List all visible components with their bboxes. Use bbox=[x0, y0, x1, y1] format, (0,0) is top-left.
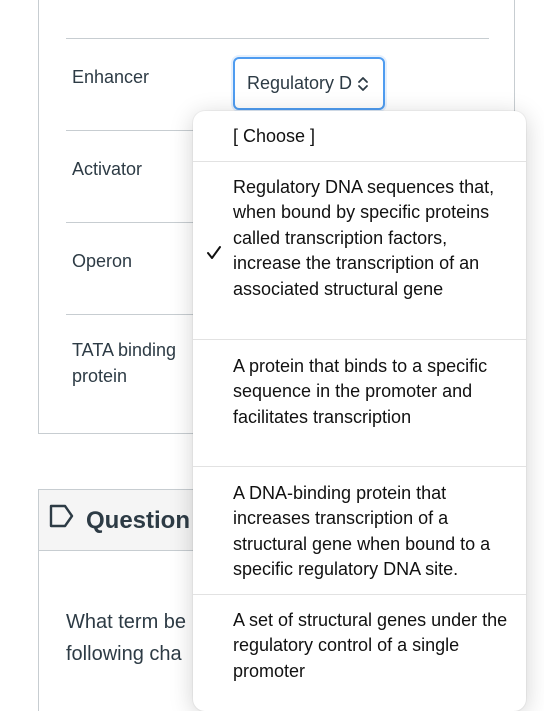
term-enhancer: Enhancer bbox=[72, 67, 150, 87]
select-value: Regulatory D bbox=[247, 73, 353, 93]
enhancer-answer-select[interactable]: Regulatory D bbox=[233, 57, 385, 110]
option-divider bbox=[193, 466, 526, 467]
question-border-left bbox=[38, 551, 39, 711]
option-divider bbox=[193, 594, 526, 595]
option-operon[interactable]: A set of structural genes under the regu… bbox=[193, 608, 526, 684]
term-tata-binding-protein: TATA binding protein bbox=[72, 340, 177, 386]
term-activator: Activator bbox=[72, 159, 143, 179]
term-operon: Operon bbox=[72, 251, 133, 271]
question-title: Question bbox=[86, 507, 191, 534]
chevron-up-down-icon bbox=[358, 76, 368, 91]
flag-bookmark-icon[interactable] bbox=[48, 503, 76, 529]
option-regulatory-dna[interactable]: Regulatory DNA sequences that, when boun… bbox=[193, 175, 526, 302]
row-divider bbox=[66, 38, 489, 39]
row-divider bbox=[66, 314, 196, 315]
option-choose[interactable]: [ Choose ] bbox=[193, 124, 526, 149]
row-divider bbox=[66, 130, 196, 131]
option-divider bbox=[193, 339, 526, 340]
option-divider bbox=[193, 161, 526, 162]
option-tata-protein[interactable]: A protein that binds to a specific seque… bbox=[193, 354, 526, 430]
answer-dropdown-menu: [ Choose ] Regulatory DNA sequences that… bbox=[193, 111, 526, 711]
checkmark-icon bbox=[207, 246, 221, 259]
option-activator[interactable]: A DNA-binding protein that increases tra… bbox=[193, 481, 526, 583]
row-divider bbox=[66, 222, 196, 223]
